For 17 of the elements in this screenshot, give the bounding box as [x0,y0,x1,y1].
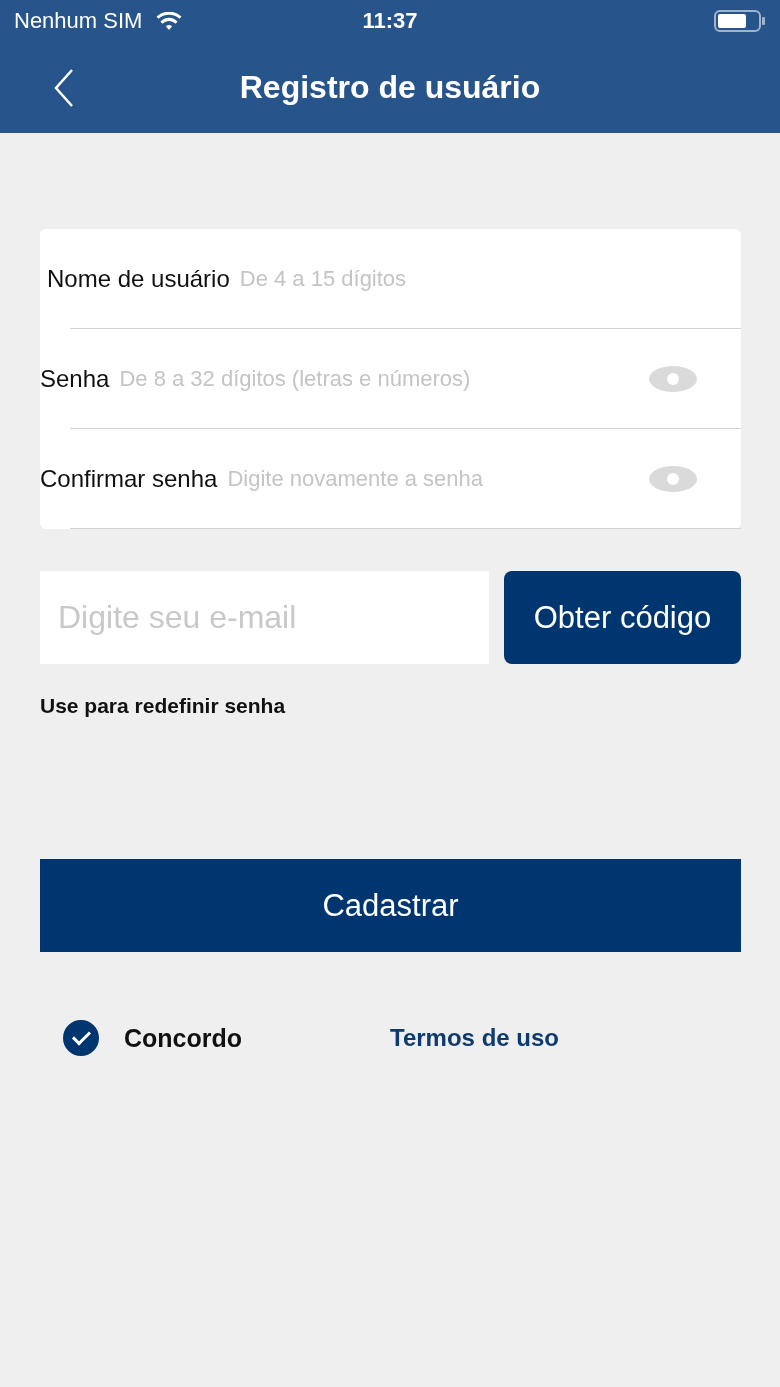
carrier-name: Nenhum SIM [14,8,143,34]
password-field[interactable]: De 8 a 32 dígitos (letras e números) [119,365,649,392]
input-field[interactable]: De 4 a 15 dígitos [239,265,741,292]
field-label: Senha [40,364,110,393]
clock-time: 11:37 [361,8,419,34]
terms-link[interactable]: Termos de uso [390,1024,559,1052]
get-code-button[interactable]: Obter código [504,571,741,664]
page-title: Registro de usuário [239,69,541,106]
wifi-icon [156,11,183,31]
agree-label: Concordo [124,1023,243,1053]
email-hint: Use para redefinir senha [40,694,286,718]
battery-icon [714,9,766,33]
field-label: Nome de usuário [47,264,230,293]
password-field[interactable]: Digite novamente a senha [227,465,649,492]
field-label: Confirmar senha [40,464,218,493]
agree-checkbox[interactable] [63,1020,99,1056]
register-button[interactable]: Cadastrar [40,859,741,952]
